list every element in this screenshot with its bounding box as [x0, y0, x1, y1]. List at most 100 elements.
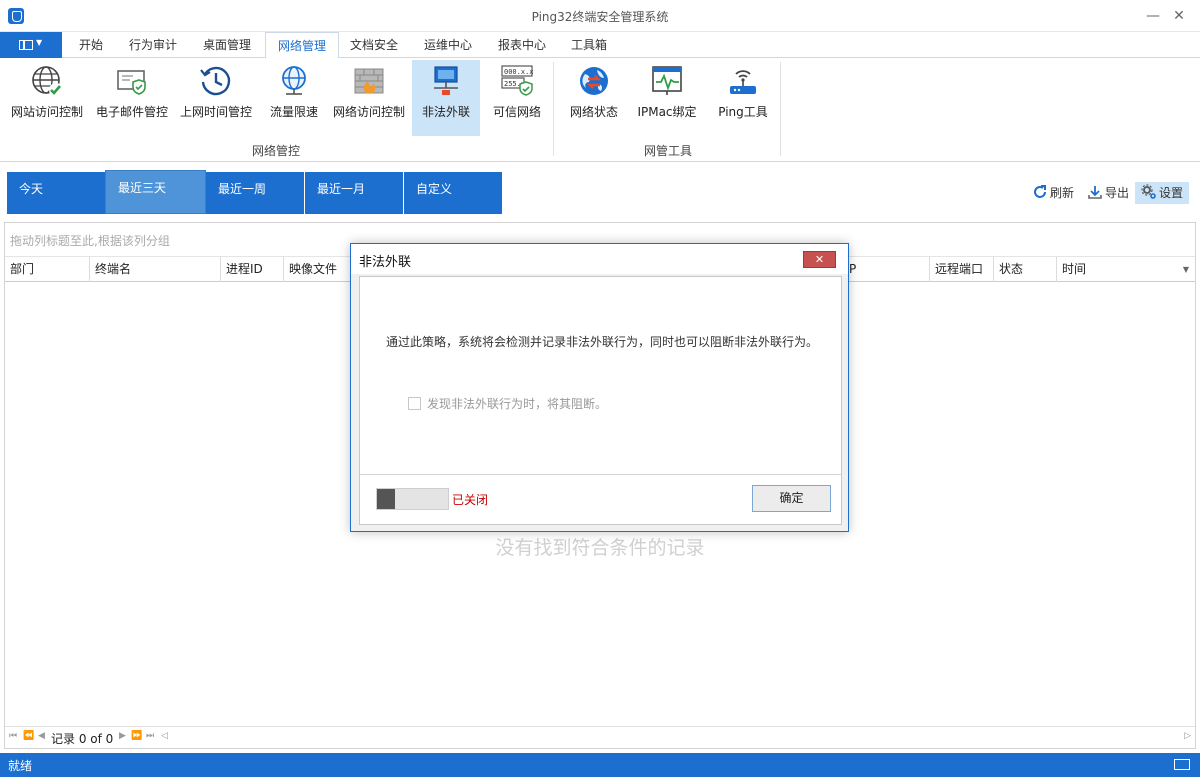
tab-ops-center[interactable]: 运维中心	[412, 32, 484, 58]
toggle-knob[interactable]	[377, 489, 395, 509]
prev-page-group-icon[interactable]: ⏪	[23, 731, 34, 741]
scroll-left-icon[interactable]: ◁	[161, 731, 168, 741]
prev-page-icon[interactable]: ◀	[38, 731, 45, 741]
toggle-state-label: 已关闭	[452, 493, 489, 507]
export-button[interactable]: 导出	[1087, 182, 1129, 204]
internet-time-control-button[interactable]: 上网时间管控	[176, 60, 256, 136]
filter-today[interactable]: 今天	[7, 172, 105, 214]
ribbon-label: 流量限速	[269, 105, 318, 119]
ribbon-label: 非法外联	[421, 105, 470, 119]
download-icon	[1087, 184, 1103, 200]
app-menu-button[interactable]: ▼	[0, 32, 62, 58]
ribbon-label: Ping工具	[718, 105, 768, 119]
dialog-footer: 已关闭 确定	[360, 474, 841, 524]
network-computer-icon	[429, 64, 463, 98]
ribbon-label: 上网时间管控	[179, 105, 252, 119]
tab-start[interactable]: 开始	[67, 32, 115, 58]
menu-bar: ▼ 开始 行为审计 桌面管理 网络管理 文档安全 运维中心 报表中心 工具箱	[0, 32, 1200, 59]
minimize-icon[interactable]: —	[1142, 6, 1164, 26]
policy-toggle-switch[interactable]	[376, 488, 449, 510]
column-remote-ip[interactable]: P	[845, 257, 930, 282]
ipmac-binding-button[interactable]: IPMac绑定	[632, 60, 702, 136]
svg-text:000.x.x: 000.x.x	[504, 68, 534, 76]
filter-last-month[interactable]: 最近一月	[305, 172, 403, 214]
column-department[interactable]: 部门	[5, 257, 90, 282]
network-status-button[interactable]: 网络状态	[564, 60, 624, 136]
pager-record-count: 记录 0 of 0	[51, 732, 114, 746]
filter-last-three-days[interactable]: 最近三天	[105, 170, 206, 214]
tab-document-security[interactable]: 文档安全	[338, 32, 410, 58]
trusted-network-button[interactable]: 000.x.x 255.x 可信网络	[486, 60, 548, 136]
refresh-label: 刷新	[1050, 186, 1075, 200]
scroll-right-icon[interactable]: ▷	[1184, 731, 1191, 741]
earth-arrows-icon	[577, 64, 611, 98]
ribbon-divider	[553, 62, 554, 156]
ribbon-label: 网络访问控制	[332, 105, 405, 119]
column-terminal-name[interactable]: 终端名	[90, 257, 221, 282]
ribbon-label: 网站访问控制	[10, 105, 83, 119]
column-time[interactable]: 时间	[1057, 257, 1195, 282]
next-page-group-icon[interactable]: ⏩	[131, 731, 142, 741]
filter-custom[interactable]: 自定义	[404, 172, 502, 214]
last-page-icon[interactable]: ⏭	[146, 731, 154, 741]
globe-check-icon	[30, 64, 64, 98]
ribbon-label: IPMac绑定	[637, 105, 697, 119]
title-bar: Ping32终端安全管理系统 — ✕	[0, 0, 1200, 32]
clock-history-icon	[199, 64, 233, 98]
dialog-body: 通过此策略，系统将会检测并记录非法外联行为，同时也可以阻断非法外联行为。 发现非…	[359, 276, 842, 525]
tab-report-center[interactable]: 报表中心	[486, 32, 558, 58]
first-page-icon[interactable]: ⏮	[9, 731, 17, 741]
status-bar: 就绪	[0, 753, 1200, 777]
ribbon-divider	[780, 62, 781, 156]
status-text: 就绪	[8, 759, 33, 773]
column-dropdown-icon[interactable]: ▼	[1183, 265, 1189, 274]
empty-message: 没有找到符合条件的记录	[495, 537, 705, 559]
ping-tool-button[interactable]: Ping工具	[710, 60, 776, 136]
tab-toolbox[interactable]: 工具箱	[559, 32, 619, 58]
ribbon-label: 网络状态	[569, 105, 618, 119]
next-page-icon[interactable]: ▶	[119, 731, 126, 741]
block-checkbox[interactable]: 发现非法外联行为时，将其阻断。	[408, 395, 607, 412]
monitor-pulse-icon	[650, 64, 684, 98]
filter-toolbar: 今天 最近三天 最近一周 最近一月 自定义 刷新 导出 设置	[0, 162, 1200, 220]
column-image-file[interactable]: 映像文件	[284, 257, 352, 282]
firewall-icon	[352, 64, 386, 98]
column-process-id[interactable]: 进程ID	[221, 257, 284, 282]
column-remote-port[interactable]: 远程端口	[930, 257, 994, 282]
block-checkbox-label: 发现非法外联行为时，将其阻断。	[427, 397, 608, 411]
network-access-control-button[interactable]: 网络访问控制	[330, 60, 408, 136]
ribbon: 网站访问控制 电子邮件管控 上网时间管控 流量限速 网络访问控制 非法外联 00…	[0, 58, 1200, 162]
checkbox-box[interactable]	[408, 397, 421, 410]
menu-grid-icon	[19, 40, 33, 50]
settings-label: 设置	[1159, 186, 1184, 200]
group-network-control: 网络管控	[251, 144, 300, 158]
dialog-title: 非法外联	[351, 244, 848, 274]
chevron-down-icon: ▼	[36, 38, 43, 47]
gear-icon	[1141, 184, 1157, 200]
close-window-icon[interactable]: ✕	[1168, 6, 1190, 26]
ok-button[interactable]: 确定	[752, 485, 831, 512]
tab-desktop-management[interactable]: 桌面管理	[191, 32, 263, 58]
traffic-limit-button[interactable]: 流量限速	[263, 60, 325, 136]
tab-network-management[interactable]: 网络管理	[265, 32, 340, 59]
ribbon-label: 电子邮件管控	[95, 105, 168, 119]
policy-description: 通过此策略，系统将会检测并记录非法外联行为，同时也可以阻断非法外联行为。	[386, 335, 819, 349]
website-access-control-button[interactable]: 网站访问控制	[6, 60, 88, 136]
refresh-icon	[1032, 184, 1048, 200]
export-label: 导出	[1105, 186, 1130, 200]
refresh-button[interactable]: 刷新	[1032, 182, 1074, 204]
window-title: Ping32终端安全管理系统	[531, 10, 669, 24]
column-status[interactable]: 状态	[994, 257, 1057, 282]
filter-last-week[interactable]: 最近一周	[206, 172, 304, 214]
email-shield-icon	[115, 64, 149, 98]
illegal-outreach-dialog: 非法外联 ✕ 通过此策略，系统将会检测并记录非法外联行为，同时也可以阻断非法外联…	[350, 243, 849, 532]
tab-behavior-audit[interactable]: 行为审计	[117, 32, 189, 58]
email-control-button[interactable]: 电子邮件管控	[92, 60, 172, 136]
pager-bar: ⏮ ⏪ ◀ 记录 0 of 0 ▶ ⏩ ⏭ ◁ ▷	[5, 726, 1195, 748]
globe-speed-icon	[277, 64, 311, 98]
illegal-outreach-button[interactable]: 非法外联	[412, 60, 480, 136]
group-network-tools: 网管工具	[643, 144, 692, 158]
settings-button[interactable]: 设置	[1135, 182, 1190, 204]
dialog-close-button[interactable]: ✕	[803, 251, 836, 268]
router-signal-icon	[726, 64, 760, 98]
